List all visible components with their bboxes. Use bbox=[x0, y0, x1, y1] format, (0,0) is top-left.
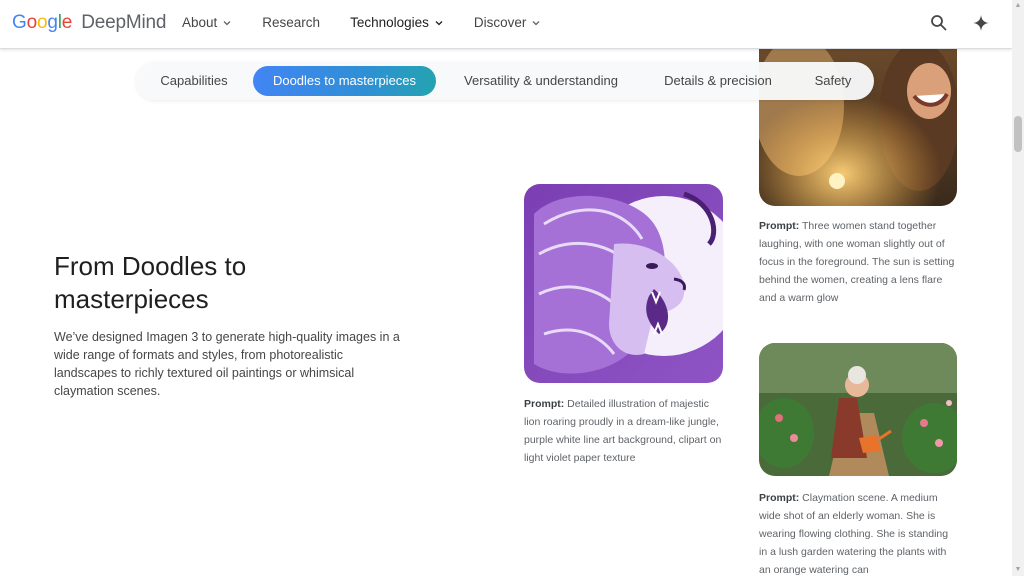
nav-discover-label: Discover bbox=[473, 15, 527, 30]
prompt-text: Claymation scene. A medium wide shot of … bbox=[759, 492, 949, 576]
scroll-up-arrow-icon[interactable]: ▲ bbox=[1012, 0, 1024, 12]
chevron-down-icon bbox=[435, 20, 443, 25]
scrollbar-thumb[interactable] bbox=[1014, 116, 1022, 152]
lion-prompt-caption: Prompt: Detailed illustration of majesti… bbox=[524, 395, 724, 467]
logo-deepmind-text: DeepMind bbox=[81, 12, 167, 33]
nav-research[interactable]: Research bbox=[262, 15, 320, 30]
nav-technologies-label: Technologies bbox=[350, 15, 429, 30]
nav-about[interactable]: About bbox=[182, 15, 232, 30]
women-prompt-caption: Prompt: Three women stand together laugh… bbox=[759, 217, 959, 307]
page-scrollbar[interactable]: ▲ ▼ bbox=[1012, 0, 1024, 576]
lion-illustration-image bbox=[524, 184, 723, 383]
tab-versatility-understanding[interactable]: Versatility & understanding bbox=[446, 66, 636, 96]
logo-google-wordmark: Google bbox=[12, 12, 73, 33]
claymation-garden-image bbox=[759, 343, 957, 476]
google-deepmind-logo[interactable]: Google DeepMind bbox=[12, 12, 166, 34]
section-description: We’ve designed Imagen 3 to generate high… bbox=[54, 330, 400, 398]
nav-about-label: About bbox=[182, 15, 218, 30]
chevron-down-icon bbox=[223, 20, 231, 25]
gemini-sparkle-icon[interactable] bbox=[971, 13, 991, 33]
nav-discover[interactable]: Discover bbox=[474, 15, 542, 30]
site-header: Google DeepMind About Research Technolog… bbox=[0, 0, 1012, 49]
tab-details-precision[interactable]: Details & precision bbox=[648, 66, 788, 96]
main-nav: About Research Technologies Discover bbox=[182, 15, 541, 30]
prompt-label: Prompt: bbox=[759, 492, 800, 504]
scroll-down-arrow-icon[interactable]: ▼ bbox=[1012, 564, 1024, 576]
prompt-label: Prompt: bbox=[759, 220, 800, 232]
nav-research-label: Research bbox=[262, 15, 321, 30]
prompt-label: Prompt: bbox=[524, 398, 565, 410]
tab-doodles-to-masterpieces[interactable]: Doodles to masterpieces bbox=[253, 66, 436, 96]
tab-safety[interactable]: Safety bbox=[800, 66, 866, 96]
prompt-text: Three women stand together laughing, wit… bbox=[759, 220, 955, 304]
claymation-prompt-caption: Prompt: Claymation scene. A medium wide … bbox=[759, 489, 959, 579]
section-tabs: Capabilities Doodles to masterpieces Ver… bbox=[136, 62, 874, 100]
tab-capabilities[interactable]: Capabilities bbox=[144, 66, 244, 96]
nav-technologies[interactable]: Technologies bbox=[350, 15, 444, 30]
search-icon[interactable] bbox=[929, 13, 949, 33]
chevron-down-icon bbox=[532, 20, 540, 25]
section-title: From Doodles to masterpieces bbox=[54, 251, 247, 314]
